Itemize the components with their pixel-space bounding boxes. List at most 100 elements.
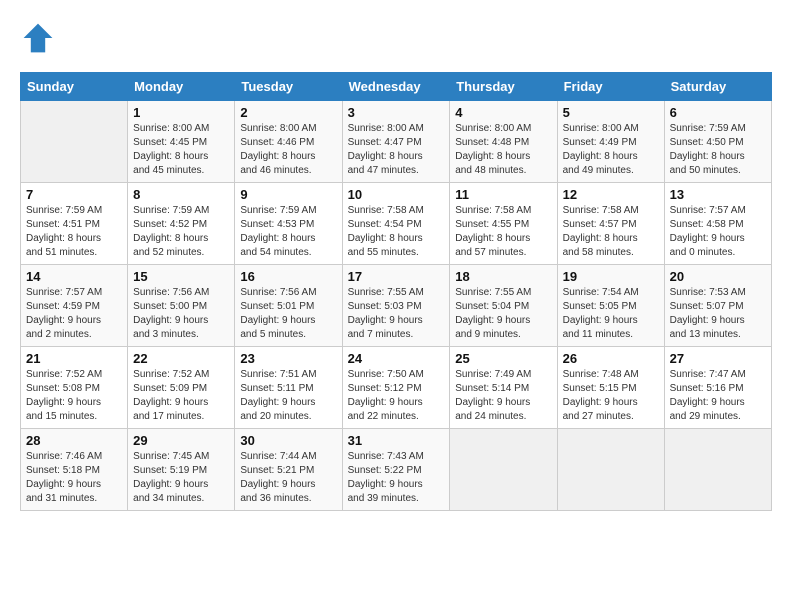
cell-info: Sunrise: 7:55 AMSunset: 5:04 PMDaylight:… <box>455 286 551 342</box>
cell-info: Sunrise: 7:48 AMSunset: 5:15 PMDaylight:… <box>563 368 659 424</box>
cell-info: Sunrise: 7:52 AMSunset: 5:09 PMDaylight:… <box>133 368 229 424</box>
cell-info: Sunrise: 7:57 AMSunset: 4:59 PMDaylight:… <box>26 286 122 342</box>
day-number: 10 <box>348 187 445 202</box>
calendar-cell: 9Sunrise: 7:59 AMSunset: 4:53 PMDaylight… <box>235 183 342 265</box>
cell-info: Sunrise: 8:00 AMSunset: 4:48 PMDaylight:… <box>455 122 551 178</box>
col-header-monday: Monday <box>128 73 235 101</box>
calendar-cell <box>664 429 771 511</box>
cell-info: Sunrise: 7:49 AMSunset: 5:14 PMDaylight:… <box>455 368 551 424</box>
calendar-cell: 11Sunrise: 7:58 AMSunset: 4:55 PMDayligh… <box>450 183 557 265</box>
calendar-cell: 3 Sunrise: 8:00 AMSunset: 4:47 PMDaylight… <box>342 101 450 183</box>
calendar-cell: 12 Sunrise: 7:58 AMSunset: 4:57 PMDayligh… <box>557 183 664 265</box>
calendar-cell: 13 Sunrise: 7:57 AMSunset: 4:58 PMDayligh… <box>664 183 771 265</box>
calendar-cell: 23 Sunrise: 7:51 AMSunset: 5:11 PMDayligh… <box>235 347 342 429</box>
day-number: 4 <box>455 105 551 120</box>
day-number: 17 <box>348 269 445 284</box>
calendar-cell: 21 Sunrise: 7:52 AMSunset: 5:08 PMDayligh… <box>21 347 128 429</box>
calendar-cell: 28Sunrise: 7:46 AMSunset: 5:18 PMDayligh… <box>21 429 128 511</box>
cell-info: Sunrise: 7:58 AMSunset: 4:55 PMDaylight:… <box>455 204 551 260</box>
calendar-cell: 20 Sunrise: 7:53 AMSunset: 5:07 PMDayligh… <box>664 265 771 347</box>
day-number: 26 <box>563 351 659 366</box>
calendar-row: 7 Sunrise: 7:59 AMSunset: 4:51 PMDaylight… <box>21 183 772 265</box>
calendar-cell: 18 Sunrise: 7:55 AMSunset: 5:04 PMDayligh… <box>450 265 557 347</box>
cell-info: Sunrise: 8:00 AMSunset: 4:47 PMDaylight:… <box>348 122 445 178</box>
day-number: 18 <box>455 269 551 284</box>
day-number: 31 <box>348 433 445 448</box>
calendar-cell: 22 Sunrise: 7:52 AMSunset: 5:09 PMDayligh… <box>128 347 235 429</box>
col-header-sunday: Sunday <box>21 73 128 101</box>
calendar-row: 1 Sunrise: 8:00 AMSunset: 4:45 PMDaylight… <box>21 101 772 183</box>
calendar-cell: 19 Sunrise: 7:54 AMSunset: 5:05 PMDayligh… <box>557 265 664 347</box>
day-number: 6 <box>670 105 766 120</box>
day-number: 30 <box>240 433 336 448</box>
calendar-cell: 1 Sunrise: 8:00 AMSunset: 4:45 PMDaylight… <box>128 101 235 183</box>
calendar-row: 14 Sunrise: 7:57 AMSunset: 4:59 PMDayligh… <box>21 265 772 347</box>
day-number: 9 <box>240 187 336 202</box>
day-number: 13 <box>670 187 766 202</box>
calendar-cell: 8Sunrise: 7:59 AMSunset: 4:52 PMDaylight… <box>128 183 235 265</box>
col-header-friday: Friday <box>557 73 664 101</box>
calendar-cell: 30Sunrise: 7:44 AMSunset: 5:21 PMDayligh… <box>235 429 342 511</box>
day-number: 21 <box>26 351 122 366</box>
logo-icon <box>20 20 56 56</box>
day-number: 12 <box>563 187 659 202</box>
day-number: 1 <box>133 105 229 120</box>
cell-info: Sunrise: 7:57 AMSunset: 4:58 PMDaylight:… <box>670 204 766 260</box>
day-number: 3 <box>348 105 445 120</box>
cell-info: Sunrise: 7:59 AMSunset: 4:51 PMDaylight:… <box>26 204 122 260</box>
col-header-tuesday: Tuesday <box>235 73 342 101</box>
cell-info: Sunrise: 8:00 AMSunset: 4:46 PMDaylight:… <box>240 122 336 178</box>
calendar-cell: 7 Sunrise: 7:59 AMSunset: 4:51 PMDaylight… <box>21 183 128 265</box>
calendar-cell: 6 Sunrise: 7:59 AMSunset: 4:50 PMDaylight… <box>664 101 771 183</box>
calendar-row: 21 Sunrise: 7:52 AMSunset: 5:08 PMDayligh… <box>21 347 772 429</box>
cell-info: Sunrise: 7:56 AMSunset: 5:01 PMDaylight:… <box>240 286 336 342</box>
cell-info: Sunrise: 7:58 AMSunset: 4:57 PMDaylight:… <box>563 204 659 260</box>
cell-info: Sunrise: 7:52 AMSunset: 5:08 PMDaylight:… <box>26 368 122 424</box>
col-header-thursday: Thursday <box>450 73 557 101</box>
cell-info: Sunrise: 7:45 AMSunset: 5:19 PMDaylight:… <box>133 450 229 506</box>
cell-info: Sunrise: 7:58 AMSunset: 4:54 PMDaylight:… <box>348 204 445 260</box>
cell-info: Sunrise: 7:53 AMSunset: 5:07 PMDaylight:… <box>670 286 766 342</box>
calendar-cell: 2 Sunrise: 8:00 AMSunset: 4:46 PMDaylight… <box>235 101 342 183</box>
day-number: 20 <box>670 269 766 284</box>
calendar-cell: 29 Sunrise: 7:45 AMSunset: 5:19 PMDayligh… <box>128 429 235 511</box>
col-header-wednesday: Wednesday <box>342 73 450 101</box>
col-header-saturday: Saturday <box>664 73 771 101</box>
calendar-cell: 14 Sunrise: 7:57 AMSunset: 4:59 PMDayligh… <box>21 265 128 347</box>
day-number: 16 <box>240 269 336 284</box>
logo <box>20 20 62 56</box>
cell-info: Sunrise: 7:59 AMSunset: 4:50 PMDaylight:… <box>670 122 766 178</box>
cell-info: Sunrise: 7:51 AMSunset: 5:11 PMDaylight:… <box>240 368 336 424</box>
day-number: 7 <box>26 187 122 202</box>
calendar-table: SundayMondayTuesdayWednesdayThursdayFrid… <box>20 72 772 511</box>
cell-info: Sunrise: 7:55 AMSunset: 5:03 PMDaylight:… <box>348 286 445 342</box>
day-number: 24 <box>348 351 445 366</box>
cell-info: Sunrise: 7:50 AMSunset: 5:12 PMDaylight:… <box>348 368 445 424</box>
day-number: 27 <box>670 351 766 366</box>
day-number: 29 <box>133 433 229 448</box>
day-number: 14 <box>26 269 122 284</box>
day-number: 19 <box>563 269 659 284</box>
calendar-cell <box>557 429 664 511</box>
calendar-cell: 15Sunrise: 7:56 AMSunset: 5:00 PMDayligh… <box>128 265 235 347</box>
day-number: 22 <box>133 351 229 366</box>
day-number: 25 <box>455 351 551 366</box>
calendar-cell: 26 Sunrise: 7:48 AMSunset: 5:15 PMDayligh… <box>557 347 664 429</box>
cell-info: Sunrise: 7:56 AMSunset: 5:00 PMDaylight:… <box>133 286 229 342</box>
cell-info: Sunrise: 7:47 AMSunset: 5:16 PMDaylight:… <box>670 368 766 424</box>
day-number: 5 <box>563 105 659 120</box>
calendar-cell <box>450 429 557 511</box>
calendar-cell: 4 Sunrise: 8:00 AMSunset: 4:48 PMDaylight… <box>450 101 557 183</box>
calendar-header: SundayMondayTuesdayWednesdayThursdayFrid… <box>21 73 772 101</box>
day-number: 23 <box>240 351 336 366</box>
cell-info: Sunrise: 8:00 AMSunset: 4:45 PMDaylight:… <box>133 122 229 178</box>
calendar-cell: 16 Sunrise: 7:56 AMSunset: 5:01 PMDayligh… <box>235 265 342 347</box>
calendar-cell: 31 Sunrise: 7:43 AMSunset: 5:22 PMDayligh… <box>342 429 450 511</box>
cell-info: Sunrise: 7:59 AMSunset: 4:52 PMDaylight:… <box>133 204 229 260</box>
calendar-cell: 10 Sunrise: 7:58 AMSunset: 4:54 PMDayligh… <box>342 183 450 265</box>
day-number: 28 <box>26 433 122 448</box>
day-number: 2 <box>240 105 336 120</box>
calendar-cell: 5Sunrise: 8:00 AMSunset: 4:49 PMDaylight… <box>557 101 664 183</box>
cell-info: Sunrise: 7:43 AMSunset: 5:22 PMDaylight:… <box>348 450 445 506</box>
cell-info: Sunrise: 7:54 AMSunset: 5:05 PMDaylight:… <box>563 286 659 342</box>
